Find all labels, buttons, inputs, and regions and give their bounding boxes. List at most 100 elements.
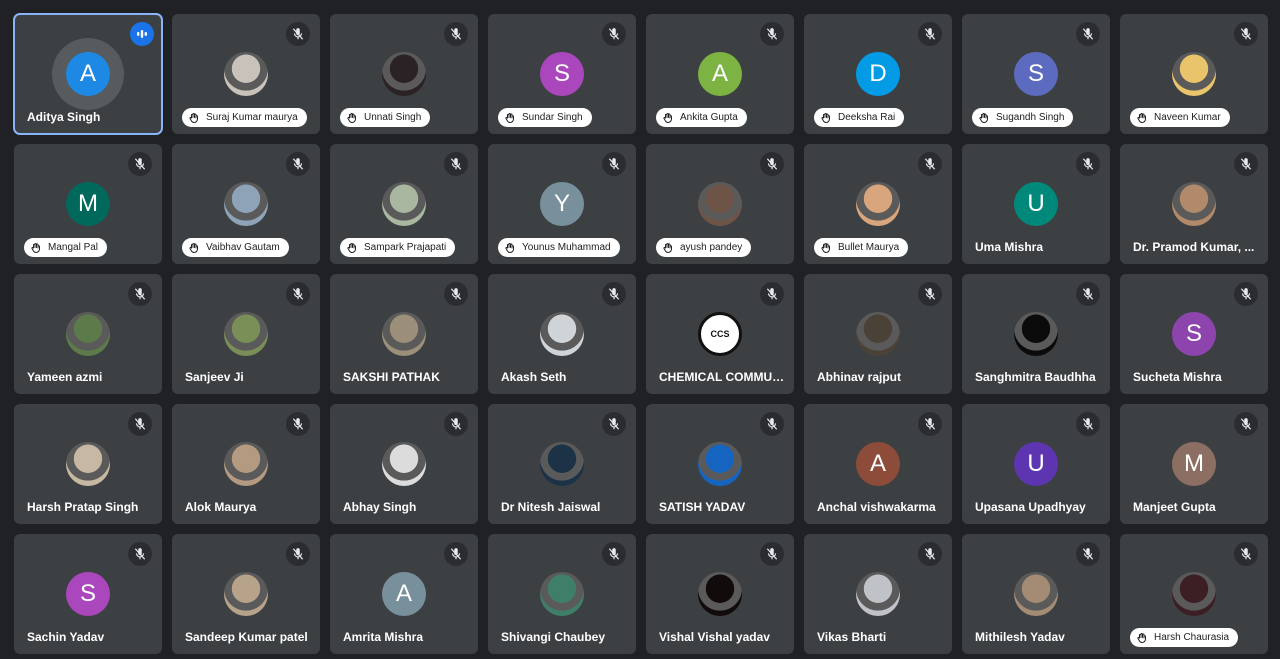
participant-tile[interactable]: Yameen azmi xyxy=(14,274,162,394)
raised-hand-icon xyxy=(663,242,672,253)
profile-photo xyxy=(698,182,742,226)
participant-name: Bullet Maurya xyxy=(838,242,900,253)
raised-hand-icon xyxy=(821,242,830,253)
participant-tile[interactable]: Naveen Kumar xyxy=(1120,14,1268,134)
participant-name: Amrita Mishra xyxy=(343,630,424,644)
participant-tile[interactable]: Akash Seth xyxy=(488,274,636,394)
participant-tile[interactable]: Unnati Singh xyxy=(330,14,478,134)
raised-hand-name-pill: Suraj Kumar maurya xyxy=(182,108,307,127)
raised-hand-icon xyxy=(1137,112,1146,123)
mic-off-icon xyxy=(286,542,310,566)
participant-tile[interactable]: Sanjeev Ji xyxy=(172,274,320,394)
avatar-initial: S xyxy=(1172,312,1216,356)
avatar-initial: M xyxy=(1172,442,1216,486)
participant-tile[interactable]: CCS CHEMICAL COMMUNITY xyxy=(646,274,794,394)
mic-off-icon xyxy=(286,152,310,176)
avatar-initial: A xyxy=(856,442,900,486)
participant-tile[interactable]: SATISH YADAV xyxy=(646,404,794,524)
profile-photo xyxy=(382,182,426,226)
profile-photo xyxy=(540,312,584,356)
participant-tile[interactable]: Suraj Kumar maurya xyxy=(172,14,320,134)
participant-tile[interactable]: Sanghmitra Baudhha xyxy=(962,274,1110,394)
participant-tile[interactable]: Sandeep Kumar patel xyxy=(172,534,320,654)
profile-photo xyxy=(66,312,110,356)
profile-photo xyxy=(382,442,426,486)
speaking-indicator-icon xyxy=(130,22,154,46)
participant-tile[interactable]: Vikas Bharti xyxy=(804,534,952,654)
participant-tile[interactable]: U Upasana Upadhyay xyxy=(962,404,1110,524)
mic-off-icon xyxy=(1076,282,1100,306)
participant-tile[interactable]: S Sachin Yadav xyxy=(14,534,162,654)
mic-off-icon xyxy=(1076,412,1100,436)
participant-tile[interactable]: A Amrita Mishra xyxy=(330,534,478,654)
profile-photo xyxy=(698,572,742,616)
participant-tile[interactable]: M Mangal Pal xyxy=(14,144,162,264)
mic-off-icon xyxy=(760,542,784,566)
participant-name: Sugandh Singh xyxy=(996,112,1065,123)
participant-name: Sandeep Kumar patel xyxy=(185,630,308,644)
participant-tile[interactable]: Sampark Prajapati xyxy=(330,144,478,264)
mic-off-icon xyxy=(760,412,784,436)
participant-tile[interactable]: Alok Maurya xyxy=(172,404,320,524)
participant-tile[interactable]: Dr Nitesh Jaiswal xyxy=(488,404,636,524)
raised-hand-name-pill: Deeksha Rai xyxy=(814,108,905,127)
participant-tile[interactable]: Abhay Singh xyxy=(330,404,478,524)
participant-tile[interactable]: A Aditya Singh xyxy=(13,13,163,135)
mic-off-icon xyxy=(128,282,152,306)
participant-tile[interactable]: Dr. Pramod Kumar, ... xyxy=(1120,144,1268,264)
participant-tile[interactable]: Y Younus Muhammad xyxy=(488,144,636,264)
mic-off-icon xyxy=(444,542,468,566)
mic-off-icon xyxy=(1234,152,1258,176)
participant-tile[interactable]: M Manjeet Gupta xyxy=(1120,404,1268,524)
participant-tile[interactable]: ayush pandey xyxy=(646,144,794,264)
participant-tile[interactable]: A Ankita Gupta xyxy=(646,14,794,134)
participant-tile[interactable]: A Anchal vishwakarma xyxy=(804,404,952,524)
participant-tile[interactable]: Vishal Vishal yadav xyxy=(646,534,794,654)
participant-tile[interactable]: Bullet Maurya xyxy=(804,144,952,264)
mic-off-icon xyxy=(602,152,626,176)
participant-name: CHEMICAL COMMUNITY xyxy=(659,370,786,384)
avatar-initial: Y xyxy=(540,182,584,226)
participant-name: Sanghmitra Baudhha xyxy=(975,370,1096,384)
mic-off-icon xyxy=(602,542,626,566)
mic-off-icon xyxy=(444,22,468,46)
participant-tile[interactable]: Shivangi Chaubey xyxy=(488,534,636,654)
participant-tile[interactable]: SAKSHI PATHAK xyxy=(330,274,478,394)
raised-hand-icon xyxy=(663,112,672,123)
profile-photo xyxy=(224,52,268,96)
participant-tile[interactable]: Mithilesh Yadav xyxy=(962,534,1110,654)
mic-off-icon xyxy=(602,412,626,436)
participant-name: Manjeet Gupta xyxy=(1133,500,1216,514)
profile-photo xyxy=(1014,312,1058,356)
mic-off-icon xyxy=(918,282,942,306)
mic-off-icon xyxy=(286,412,310,436)
mic-off-icon xyxy=(1234,412,1258,436)
participant-tile[interactable]: D Deeksha Rai xyxy=(804,14,952,134)
mic-off-icon xyxy=(444,282,468,306)
raised-hand-icon xyxy=(347,112,356,123)
profile-photo xyxy=(66,442,110,486)
raised-hand-icon xyxy=(505,112,514,123)
participant-tile[interactable]: Abhinav rajput xyxy=(804,274,952,394)
participant-name: Sampark Prajapati xyxy=(364,242,447,253)
participant-tile[interactable]: Harsh Pratap Singh xyxy=(14,404,162,524)
avatar-initial: A xyxy=(66,52,110,96)
participant-tile[interactable]: Vaibhav Gautam xyxy=(172,144,320,264)
raised-hand-name-pill: Naveen Kumar xyxy=(1130,108,1230,127)
participant-name: ayush pandey xyxy=(680,242,743,253)
participant-name: Akash Seth xyxy=(501,370,567,384)
raised-hand-name-pill: Bullet Maurya xyxy=(814,238,909,257)
profile-photo xyxy=(224,312,268,356)
participant-tile[interactable]: S Sugandh Singh xyxy=(962,14,1110,134)
profile-photo xyxy=(1172,52,1216,96)
participant-tile[interactable]: U Uma Mishra xyxy=(962,144,1110,264)
participant-tile[interactable]: Harsh Chaurasia xyxy=(1120,534,1268,654)
participant-tile[interactable]: S Sucheta Mishra xyxy=(1120,274,1268,394)
avatar-initial: A xyxy=(382,572,426,616)
participant-tile[interactable]: S Sundar Singh xyxy=(488,14,636,134)
profile-photo xyxy=(856,312,900,356)
mic-off-icon xyxy=(1076,22,1100,46)
participant-name: Naveen Kumar xyxy=(1154,112,1221,123)
raised-hand-icon xyxy=(505,242,514,253)
raised-hand-name-pill: Unnati Singh xyxy=(340,108,431,127)
